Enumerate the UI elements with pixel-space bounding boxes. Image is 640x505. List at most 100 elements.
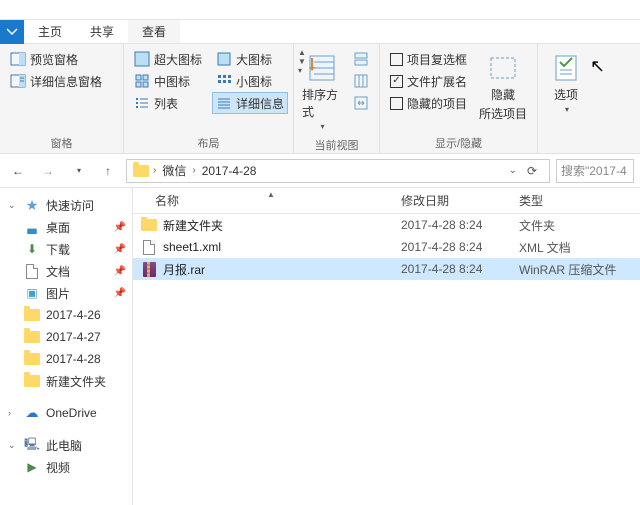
layout-list[interactable]: 列表 xyxy=(130,92,206,114)
nav-quick-access[interactable]: ⌄★快速访问 xyxy=(0,194,132,216)
navigation-pane: ⌄★快速访问 ▃桌面📌 ⬇下载📌 文档📌 ▣图片📌 2017-4-26 2017… xyxy=(0,188,133,505)
refresh-button[interactable]: ⟳ xyxy=(521,164,543,178)
hide-selected-button[interactable]: 隐藏 所选项目 xyxy=(477,48,529,126)
nav-downloads-label: 下载 xyxy=(46,241,70,258)
column-date[interactable]: 修改日期 xyxy=(393,192,511,209)
nav-up-button[interactable]: ↑ xyxy=(96,159,120,183)
medium-icons-icon xyxy=(134,73,150,89)
file-type: 文件夹 xyxy=(511,217,640,234)
layout-list-label: 列表 xyxy=(154,95,178,112)
layout-extra-large[interactable]: 超大图标 xyxy=(130,48,206,70)
videos-icon: ▶ xyxy=(24,459,40,475)
ribbon: 预览窗格 详细信息窗格 窗格 超大图标 中图标 列表 大图标 小图标 xyxy=(0,44,640,154)
options-button[interactable]: 选项 ▾ xyxy=(544,48,588,118)
file-icon xyxy=(141,239,157,255)
pin-icon: 📌 xyxy=(114,222,126,233)
column-name[interactable]: 名称▲ xyxy=(133,192,393,209)
expand-icon[interactable]: › xyxy=(8,408,18,418)
layout-large-label: 大图标 xyxy=(236,51,272,68)
collapse-icon[interactable]: ⌄ xyxy=(8,440,18,451)
documents-icon xyxy=(24,263,40,279)
nav-documents[interactable]: 文档📌 xyxy=(0,260,132,282)
nav-folder-4-label: 新建文件夹 xyxy=(46,373,106,390)
folder-icon xyxy=(133,163,149,179)
cloud-icon: ☁ xyxy=(24,405,40,421)
collapse-icon[interactable]: ⌄ xyxy=(8,200,18,211)
folder-icon xyxy=(141,217,157,233)
column-type[interactable]: 类型 xyxy=(511,192,640,209)
add-columns-button[interactable] xyxy=(349,70,373,92)
desktop-icon: ▃ xyxy=(24,219,40,235)
nav-quick-access-label: 快速访问 xyxy=(46,197,94,214)
nav-onedrive[interactable]: ›☁OneDrive xyxy=(0,402,132,424)
nav-folder-1[interactable]: 2017-4-26 xyxy=(0,304,132,326)
breadcrumb[interactable]: › 微信 › 2017-4-28 ⌄ ⟳ xyxy=(126,159,550,183)
pc-icon: 🖳 xyxy=(24,437,40,453)
list-icon xyxy=(134,95,150,111)
path-history-button[interactable]: ⌄ xyxy=(509,165,517,176)
nav-this-pc[interactable]: ⌄ 🖳 此电脑 xyxy=(0,434,132,456)
chevron-down-icon: ▾ xyxy=(565,105,569,114)
nav-pictures[interactable]: ▣图片📌 xyxy=(0,282,132,304)
breadcrumb-current[interactable]: 2017-4-28 xyxy=(200,162,259,180)
sort-icon xyxy=(306,52,338,84)
file-extensions-toggle[interactable]: 文件扩展名 xyxy=(386,70,471,92)
group-by-icon xyxy=(353,51,369,67)
group-by-button[interactable] xyxy=(349,48,373,70)
nav-folder-3-label: 2017-4-28 xyxy=(46,352,101,366)
file-row[interactable]: sheet1.xml 2017-4-28 8:24 XML 文档 xyxy=(133,236,640,258)
preview-pane-button[interactable]: 预览窗格 xyxy=(6,48,106,70)
folder-icon xyxy=(24,307,40,323)
file-row[interactable]: 月报.rar 2017-4-28 8:24 WinRAR 压缩文件 xyxy=(133,258,640,280)
chevron-right-icon[interactable]: › xyxy=(192,165,195,176)
small-icons-icon xyxy=(216,73,232,89)
column-headers: 名称▲ 修改日期 类型 xyxy=(133,188,640,214)
nav-folder-3[interactable]: 2017-4-28 xyxy=(0,348,132,370)
hidden-items-toggle[interactable]: 隐藏的项目 xyxy=(386,92,471,114)
file-date: 2017-4-28 8:24 xyxy=(393,262,511,276)
nav-desktop[interactable]: ▃桌面📌 xyxy=(0,216,132,238)
search-input[interactable]: 搜索"2017-4 xyxy=(556,159,634,183)
sort-by-button[interactable]: 排序方式 ▾ xyxy=(300,48,343,135)
nav-folder-1-label: 2017-4-26 xyxy=(46,308,101,322)
tab-view[interactable]: 查看 xyxy=(128,20,180,43)
nav-forward-button[interactable]: → xyxy=(36,159,60,183)
breadcrumb-parent[interactable]: 微信 xyxy=(160,160,188,181)
preview-pane-icon xyxy=(10,51,26,67)
file-name: 月报.rar xyxy=(163,261,205,278)
nav-this-pc-label: 此电脑 xyxy=(46,437,82,454)
nav-videos[interactable]: ▶视频 xyxy=(0,456,132,478)
layout-small-label: 小图标 xyxy=(236,73,272,90)
file-extensions-label: 文件扩展名 xyxy=(407,73,467,90)
file-name: 新建文件夹 xyxy=(163,217,223,234)
details-pane-button[interactable]: 详细信息窗格 xyxy=(6,70,106,92)
group-label-show-hide: 显示/隐藏 xyxy=(386,133,531,151)
nav-back-button[interactable]: ← xyxy=(6,159,30,183)
chevron-right-icon[interactable]: › xyxy=(153,165,156,176)
tab-share[interactable]: 共享 xyxy=(76,20,128,43)
tab-home[interactable]: 主页 xyxy=(24,20,76,43)
group-label-panes: 窗格 xyxy=(6,133,117,151)
layout-medium[interactable]: 中图标 xyxy=(130,70,206,92)
layout-large[interactable]: 大图标 xyxy=(212,48,288,70)
checkbox-icon xyxy=(390,53,403,66)
file-row[interactable]: 新建文件夹 2017-4-28 8:24 文件夹 xyxy=(133,214,640,236)
layout-small[interactable]: 小图标 xyxy=(212,70,288,92)
size-columns-button[interactable] xyxy=(349,92,373,114)
file-date: 2017-4-28 8:24 xyxy=(393,240,511,254)
file-type: XML 文档 xyxy=(511,239,640,256)
item-checkboxes-toggle[interactable]: 项目复选框 xyxy=(386,48,471,70)
archive-icon xyxy=(141,261,157,277)
file-list: 名称▲ 修改日期 类型 新建文件夹 2017-4-28 8:24 文件夹 she… xyxy=(133,188,640,505)
nav-folder-2[interactable]: 2017-4-27 xyxy=(0,326,132,348)
details-pane-icon xyxy=(10,73,26,89)
options-icon xyxy=(550,52,582,84)
hide-selected-label-1: 隐藏 xyxy=(491,86,515,103)
nav-folder-4[interactable]: 新建文件夹 xyxy=(0,370,132,392)
large-icons-icon xyxy=(216,51,232,67)
layout-details[interactable]: 详细信息 xyxy=(212,92,288,114)
folder-icon xyxy=(24,351,40,367)
recent-locations-button[interactable]: ▾ xyxy=(66,159,90,183)
file-tab[interactable] xyxy=(0,20,24,44)
nav-downloads[interactable]: ⬇下载📌 xyxy=(0,238,132,260)
